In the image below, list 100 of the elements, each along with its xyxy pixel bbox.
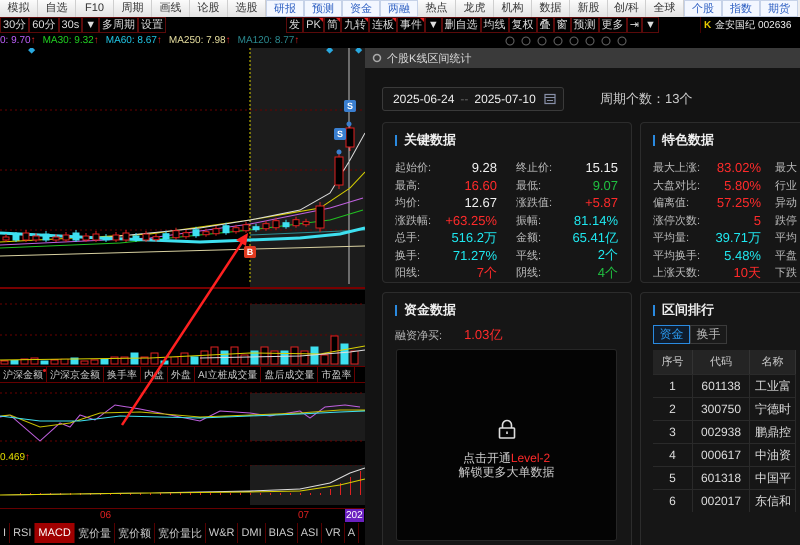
calendar-icon[interactable] xyxy=(544,93,556,105)
cursor-date-label: 202 xyxy=(345,509,364,522)
menu-button[interactable]: 指数 xyxy=(722,0,760,17)
menu-button[interactable]: 研报 xyxy=(266,0,304,17)
toolbar-button[interactable]: 窗 xyxy=(554,17,571,33)
toolbar-button[interactable]: PK xyxy=(303,17,324,33)
indicator-tab[interactable]: AI立桩成交量 xyxy=(195,367,262,382)
menu-button[interactable]: 龙虎 xyxy=(456,0,494,17)
moving-average-value: MA250: 7.98 xyxy=(168,35,226,46)
stat-label: 换手: xyxy=(395,248,422,263)
toolbar-button[interactable]: ▼ xyxy=(642,17,659,33)
stat-value: 15.15 xyxy=(584,160,618,176)
menu-button[interactable]: 模拟 xyxy=(0,0,38,17)
candlestick xyxy=(152,233,160,242)
menu-button[interactable]: 全球 xyxy=(646,0,684,17)
indicator-tab[interactable]: ASI xyxy=(298,523,322,543)
menu-button[interactable]: 期货 xyxy=(760,0,798,17)
menu-button[interactable]: 论股 xyxy=(190,0,228,17)
candlestick xyxy=(334,152,344,190)
menu-button[interactable]: 新股 xyxy=(570,0,608,17)
trend-arrow: ↑ xyxy=(94,35,99,46)
circle-icon[interactable] xyxy=(521,36,531,46)
menu-button[interactable]: 资金 xyxy=(342,0,380,17)
volume-bar xyxy=(130,352,138,364)
stat-label: 偏离值: xyxy=(653,196,690,210)
toolbar-button[interactable]: ▼ xyxy=(424,17,442,33)
toolbar-button[interactable]: 简 xyxy=(324,17,341,33)
toolbar-button[interactable]: 多周期 xyxy=(99,17,138,33)
toolbar-button[interactable]: 更多 xyxy=(598,17,627,33)
circle-icon[interactable] xyxy=(505,36,515,46)
stat-label: 最低: xyxy=(516,178,542,193)
toolbar-button[interactable]: 均线 xyxy=(480,17,509,33)
table-cell: 宁德时 xyxy=(750,397,796,420)
indicator-tab[interactable]: 外盘 xyxy=(168,367,195,382)
menu-button[interactable]: 创/科 xyxy=(608,0,646,17)
indicator-tab[interactable]: W&R xyxy=(206,523,238,543)
stat-label: 平线: xyxy=(516,248,542,263)
axis-label: 06 xyxy=(100,509,112,522)
toolbar-button[interactable]: 30s xyxy=(58,17,82,33)
indicator-tab[interactable]: 沪深金额 xyxy=(0,367,47,382)
toolbar-button[interactable]: 设置 xyxy=(138,17,166,33)
toolbar-button[interactable]: 删自选 xyxy=(442,17,481,33)
table-cell: 601138 xyxy=(693,374,750,397)
stat-value: +63.25% xyxy=(444,212,497,228)
stat-label: 跌停 xyxy=(775,214,798,228)
circle-icon[interactable] xyxy=(601,36,611,46)
menu-button[interactable]: 机构 xyxy=(494,0,532,17)
menu-button[interactable]: 预测 xyxy=(304,0,342,17)
toolbar-button[interactable]: 事件 xyxy=(396,17,425,33)
toolbar-button[interactable]: 复权 xyxy=(508,17,537,33)
candlestick xyxy=(272,217,280,230)
toolbar-button[interactable]: 60分 xyxy=(29,17,58,33)
stat-value: 5.80% xyxy=(723,178,761,193)
menu-button[interactable]: 周期 xyxy=(114,0,152,17)
circle-icon[interactable] xyxy=(553,36,563,46)
menu-button[interactable]: 画线 xyxy=(152,0,190,17)
toolbar-button[interactable]: 连板 xyxy=(368,17,397,33)
toolbar-button[interactable]: 发 xyxy=(286,17,304,33)
section-title: 资金数据 xyxy=(395,300,631,320)
stat-label: 平盘 xyxy=(775,248,798,263)
stat-label: 均价: xyxy=(395,196,422,210)
toolbar-button[interactable]: 九转 xyxy=(340,17,369,33)
stat-label: 上涨天数: xyxy=(653,266,702,280)
indicator-tab[interactable]: 换手率 xyxy=(104,367,141,382)
segment-tab[interactable]: 资金 xyxy=(653,325,690,344)
toolbar-button[interactable]: ▼ xyxy=(82,17,100,33)
menu-button[interactable]: 个股 xyxy=(684,0,722,17)
menu-button[interactable]: 热点 xyxy=(418,0,456,17)
menu-button[interactable]: 自选 xyxy=(38,0,76,17)
stat-value: 2个 xyxy=(596,246,618,264)
table-cell: 601318 xyxy=(693,466,750,489)
candlestick xyxy=(162,230,170,242)
volume-bar xyxy=(170,356,178,364)
indicator-tab[interactable]: 沪深京金额 xyxy=(47,367,104,382)
stat-label: 金额: xyxy=(516,230,542,246)
circle-icon[interactable] xyxy=(585,36,595,46)
circle-icon[interactable] xyxy=(569,36,579,46)
circle-icon[interactable] xyxy=(617,36,627,46)
toolbar-button[interactable]: 30分 xyxy=(0,17,30,33)
menu-button[interactable]: 两融 xyxy=(380,0,418,17)
table-cell: 3 xyxy=(653,420,693,443)
candlestick xyxy=(62,232,70,242)
table-cell: 工业富 xyxy=(750,374,796,397)
stat-value: 5.48% xyxy=(723,248,761,263)
menu-button[interactable]: 选股 xyxy=(228,0,266,17)
circle-icon[interactable] xyxy=(537,36,547,46)
table-cell: 1 xyxy=(653,374,693,397)
menu-button[interactable]: 数据 xyxy=(532,0,570,17)
volume-bar xyxy=(230,346,238,364)
toolbar-button[interactable]: ⇥ xyxy=(626,17,642,33)
indicator-tab[interactable]: MACD xyxy=(35,523,75,543)
trend-arrow: ↑ xyxy=(25,452,30,463)
toolbar-button[interactable]: 预测 xyxy=(570,17,599,33)
indicator-tab[interactable]: A xyxy=(344,523,360,543)
segment-tab[interactable]: 换手 xyxy=(690,325,727,344)
diamond-marker xyxy=(326,48,334,54)
date-range-field[interactable]: 2025-06-24 -- 2025-07-10 xyxy=(382,87,564,111)
toolbar-button[interactable]: 叠 xyxy=(536,17,554,33)
upgrade-link[interactable]: Level-2 xyxy=(510,451,550,465)
menu-button[interactable]: F10 xyxy=(76,0,114,17)
